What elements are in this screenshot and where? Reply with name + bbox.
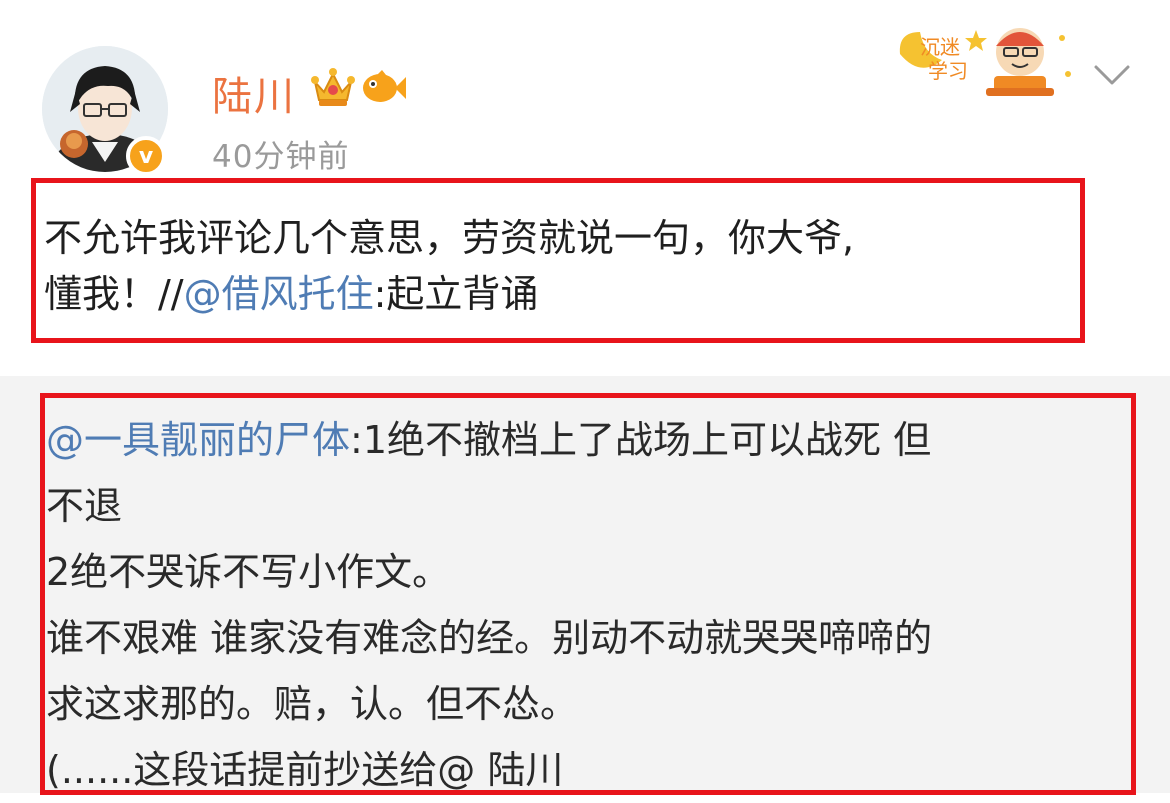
fish-icon bbox=[363, 70, 406, 102]
verified-badge-icon: v bbox=[126, 136, 166, 176]
chevron-down-icon bbox=[1094, 65, 1130, 85]
crown-icon bbox=[311, 68, 355, 106]
sticker-icon: 沉迷 学习 bbox=[899, 28, 1071, 96]
sticker-text-top: 沉迷 bbox=[920, 35, 960, 59]
more-options-button[interactable] bbox=[1090, 58, 1134, 94]
highlight-box-repost bbox=[40, 393, 1136, 795]
post-timestamp: 40分钟前 bbox=[212, 139, 350, 175]
highlight-box-post bbox=[31, 178, 1085, 343]
post-card: v 陆川 40分钟前 沉迷 学习 不允许我评论几个意思，劳资就说一句，你大爷, … bbox=[0, 0, 1170, 372]
sticker-text-bottom: 学习 bbox=[928, 59, 968, 83]
username[interactable]: 陆川 bbox=[212, 64, 296, 122]
